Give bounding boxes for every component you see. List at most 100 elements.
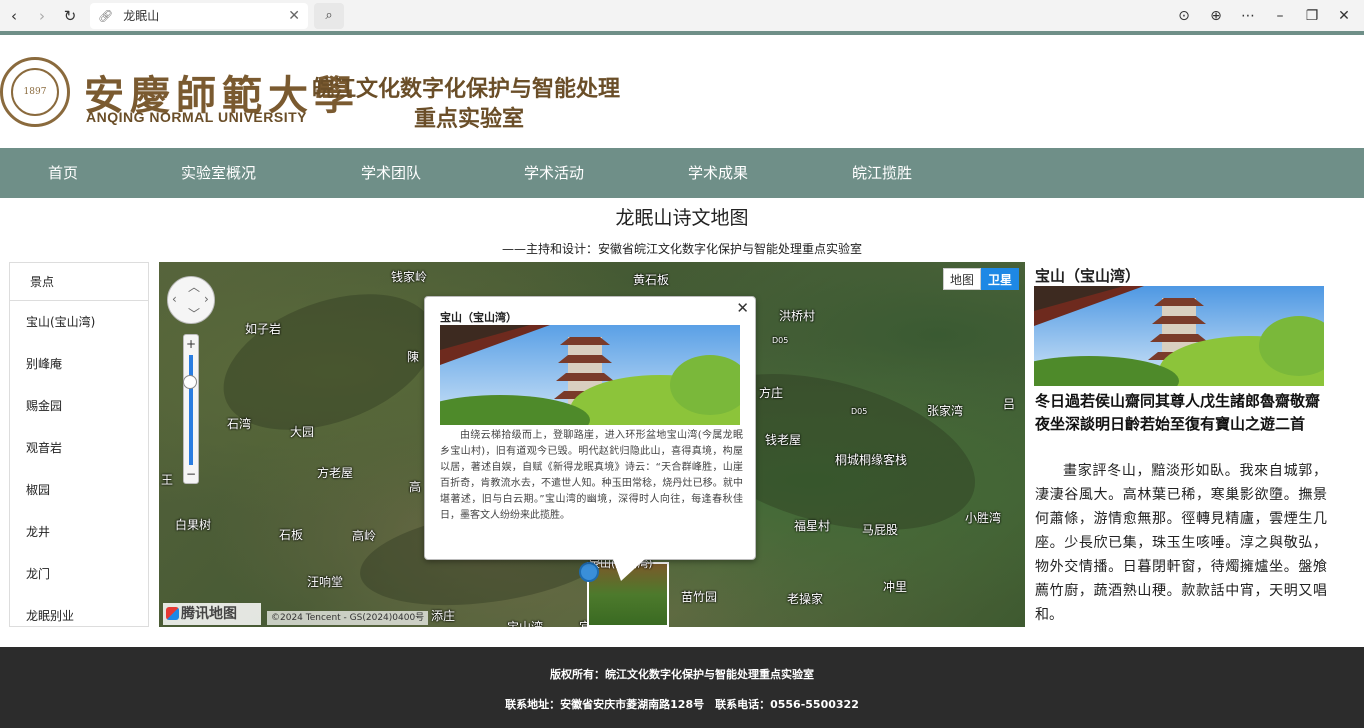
close-icon[interactable]: ✕ — [1332, 4, 1356, 28]
map-place-label: 方庄 — [759, 386, 784, 400]
nav-achievements[interactable]: 学术成果 — [688, 148, 748, 198]
map-place-label: 钱老屋 — [765, 433, 802, 447]
footer-contact: 联系地址：安徽省安庆市菱湖南路128号 联系电话：0556-5500322 — [505, 698, 859, 711]
map-type-normal-button[interactable]: 地图 — [943, 268, 981, 290]
address-tab[interactable]: 🔗︎ 龙眠山 ✕ — [90, 2, 308, 29]
map-place-label: 石板 — [279, 528, 304, 542]
map-place-label: 钱家岭 — [391, 270, 428, 284]
map-place-label: 洪桥村 — [779, 309, 816, 323]
info-window-title: 宝山（宝山湾） — [440, 311, 517, 324]
pan-down-icon[interactable]: ﹀ — [188, 305, 200, 322]
map-place-label: 高岭 — [352, 529, 377, 543]
pan-right-icon[interactable]: › — [204, 292, 209, 306]
pan-up-icon[interactable]: ︿ — [188, 278, 200, 295]
seal-year: 1897 — [23, 87, 47, 97]
map-place-label: 张家湾 — [927, 404, 964, 418]
close-tab-icon[interactable]: ✕ — [288, 8, 300, 24]
map-place-label: 陳 — [407, 350, 420, 364]
map-place-label: 石湾 — [227, 417, 252, 431]
more-icon[interactable]: ⋯ — [1236, 4, 1260, 28]
university-seal-logo: 1897 — [0, 57, 70, 127]
map-place-label: 方老屋 — [317, 466, 354, 480]
satellite-map[interactable]: 钱家岭 黄石板 洪桥村 如子岩 陳 方庄 石湾 大园 张家湾 吕 钱老屋 桐城桐… — [159, 262, 1025, 627]
poem-title: 冬日過若侯山齋同其尊人戊生諸郎魯齋敬齋夜坐深談明日齡若始至復有寶山之遊二首 — [1035, 392, 1321, 433]
tab-title: 龙眠山 — [123, 9, 160, 23]
map-place-label: 如子岩 — [245, 322, 282, 336]
university-name-en: ANQING NORMAL UNIVERSITY — [86, 109, 307, 125]
list-item[interactable]: 赐金园 — [10, 385, 148, 427]
nav-activities[interactable]: 学术活动 — [524, 148, 584, 198]
road-label: D05 — [772, 336, 789, 345]
page-subtitle: ——主持和设计：安徽省皖江文化数字化保护与智能处理重点实验室 — [501, 242, 862, 256]
map-place-label: 老操家 — [787, 592, 824, 606]
list-item[interactable]: 椒园 — [10, 469, 148, 511]
list-item[interactable]: 宝山(宝山湾) — [10, 301, 148, 343]
footer-copyright: 版权所有：皖江文化数字化保护与智能处理重点实验室 — [550, 668, 814, 681]
back-button[interactable]: ‹ — [0, 2, 28, 30]
map-place-label: 马屁股 — [862, 523, 899, 537]
zoom-in-button[interactable]: + — [184, 337, 198, 351]
zoom-slider-handle[interactable] — [183, 375, 197, 389]
list-item[interactable]: 龙井 — [10, 511, 148, 553]
map-type-satellite-button[interactable]: 卫星 — [981, 268, 1019, 290]
forward-icon: › — [39, 6, 45, 25]
scenic-spot-list: 景点 宝山(宝山湾) 别峰庵 赐金园 观音岩 椒园 龙井 龙门 龙眠别业 — [9, 262, 149, 627]
forward-button[interactable]: › — [28, 2, 56, 30]
reload-button[interactable]: ↻ — [56, 2, 84, 30]
info-window-tail — [613, 559, 645, 581]
nav-lab-overview[interactable]: 实验室概况 — [181, 148, 256, 198]
restore-icon[interactable]: ❐ — [1300, 4, 1324, 28]
list-item[interactable]: 别峰庵 — [10, 343, 148, 385]
map-logo-text: 腾讯地图 — [181, 606, 237, 622]
list-header: 景点 — [10, 263, 148, 301]
back-icon: ‹ — [11, 6, 17, 25]
location-pin-icon[interactable] — [579, 562, 599, 590]
map-place-label: 福星村 — [794, 519, 831, 533]
road-label: D05 — [851, 407, 868, 416]
map-place-label: 添庄 — [431, 609, 456, 623]
map-place-label: 王 — [161, 473, 174, 487]
browser-toolbar: ‹ › ↻ 🔗︎ 龙眠山 ✕ ⌕ ⊙ ⊕ ⋯ – ❐ ✕ — [0, 0, 1364, 31]
reload-icon: ↻ — [63, 6, 77, 25]
map-place-label: 高 — [409, 480, 422, 494]
nav-scenery[interactable]: 皖江揽胜 — [852, 148, 912, 198]
pagoda-photo — [440, 325, 740, 425]
nav-team[interactable]: 学术团队 — [361, 148, 421, 198]
pan-control[interactable]: ︿ ‹ › ﹀ — [167, 276, 215, 324]
map-place-label: 小胜湾 — [965, 511, 1002, 525]
site-header: 1897 安慶師範大學 ANQING NORMAL UNIVERSITY 皖江文… — [0, 35, 1364, 148]
search-button[interactable]: ⌕ — [314, 2, 344, 29]
list-item[interactable]: 龙眠别业 — [10, 595, 148, 626]
map-place-label: 大园 — [290, 425, 315, 439]
main-nav: 首页 实验室概况 学术团队 学术活动 学术成果 皖江揽胜 — [0, 148, 1364, 198]
map-place-label: 苗竹园 — [681, 590, 718, 604]
globe-icon[interactable]: ⊕ — [1204, 4, 1228, 28]
map-type-switch: 地图 卫星 — [943, 268, 1019, 290]
map-place-label: 宝山湾 — [507, 620, 544, 627]
zoom-track[interactable] — [189, 355, 193, 465]
lab-name-line1: 皖江文化数字化保护与智能处理 — [312, 77, 621, 102]
list-item[interactable]: 龙门 — [10, 553, 148, 595]
list-item[interactable]: 观音岩 — [10, 427, 148, 469]
search-icon: ⌕ — [325, 8, 333, 23]
detail-pagoda-photo — [1034, 286, 1324, 386]
map-copyright: ©2024 Tencent - GS(2024)0400号 — [267, 611, 429, 625]
detail-title: 宝山（宝山湾） — [1035, 267, 1141, 285]
map-place-label: 吕 — [1003, 397, 1016, 411]
footer: 版权所有：皖江文化数字化保护与智能处理重点实验室 联系地址：安徽省安庆市菱湖南路… — [0, 647, 1364, 728]
map-info-window: 宝山（宝山湾） ✕ 由绕云梯拾级而上，登聊路崖，进入环形盆地宝山湾(今属龙眠乡宝… — [424, 296, 756, 581]
nav-home[interactable]: 首页 — [48, 148, 78, 198]
map-place-label: 冲里 — [883, 580, 908, 594]
lab-name-line2: 重点实验室 — [414, 107, 525, 132]
minimize-icon[interactable]: – — [1268, 4, 1292, 28]
map-place-label: 白果树 — [175, 518, 212, 532]
info-window-text: 由绕云梯拾级而上，登聊路崖，进入环形盆地宝山湾(今属龙眠乡宝山村)，旧有道观今已… — [440, 430, 743, 521]
zoom-control: + − — [183, 334, 199, 484]
download-icon[interactable]: ⊙ — [1172, 4, 1196, 28]
close-icon[interactable]: ✕ — [736, 299, 749, 317]
tencent-logo-icon — [166, 607, 179, 620]
tencent-map-logo: 腾讯地图 — [163, 603, 261, 625]
pan-left-icon[interactable]: ‹ — [172, 292, 177, 306]
poem-text: 畫家評冬山，黯淡形如臥。我來自城郭，淒淒谷風大。高林葉已稀，寒巢影欲墮。撫景何蕭… — [1035, 463, 1327, 623]
zoom-out-button[interactable]: − — [184, 467, 198, 481]
